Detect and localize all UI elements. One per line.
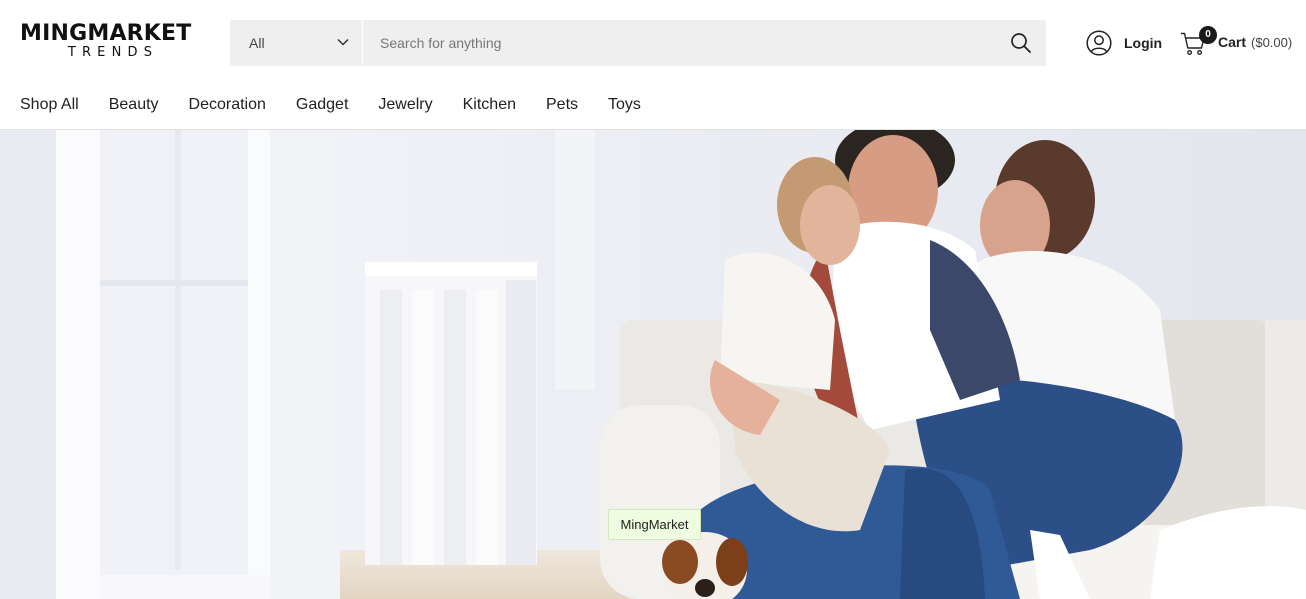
nav-item-shop-all[interactable]: Shop All bbox=[20, 96, 79, 114]
cart-button[interactable]: 0 Cart ($0.00) bbox=[1180, 26, 1292, 58]
search-icon[interactable] bbox=[1010, 32, 1032, 54]
user-icon bbox=[1086, 30, 1112, 56]
site-header: MINGMARKET TRENDS All Login bbox=[0, 0, 1306, 86]
nav-item-gadget[interactable]: Gadget bbox=[296, 96, 348, 114]
nav-item-kitchen[interactable]: Kitchen bbox=[463, 96, 516, 114]
nav-item-pets[interactable]: Pets bbox=[546, 96, 578, 114]
brand-name: MINGMARKET bbox=[20, 21, 192, 46]
login-button[interactable]: Login bbox=[1086, 30, 1162, 56]
nav-item-decoration[interactable]: Decoration bbox=[189, 96, 266, 114]
nav-item-beauty[interactable]: Beauty bbox=[109, 96, 159, 114]
nav-item-jewelry[interactable]: Jewelry bbox=[378, 96, 432, 114]
nav-item-toys[interactable]: Toys bbox=[608, 96, 641, 114]
cart-icon-wrap: 0 bbox=[1180, 26, 1217, 57]
search-bar: All bbox=[230, 20, 1046, 66]
cart-label: Cart bbox=[1218, 34, 1247, 50]
search-input[interactable] bbox=[364, 20, 984, 66]
hero-tooltip: MingMarket bbox=[608, 509, 701, 540]
login-label: Login bbox=[1124, 35, 1163, 51]
hero-banner[interactable]: MingMarket bbox=[0, 130, 1306, 599]
category-select-value: All bbox=[249, 35, 265, 51]
cart-count-badge: 0 bbox=[1199, 26, 1217, 44]
cart-total: ($0.00) bbox=[1251, 34, 1293, 50]
brand-logo[interactable]: MINGMARKET TRENDS bbox=[20, 22, 200, 62]
brand-tagline: TRENDS bbox=[67, 45, 159, 60]
main-nav: Shop All Beauty Decoration Gadget Jewelr… bbox=[20, 92, 671, 118]
chevron-down-icon bbox=[337, 38, 349, 46]
category-select[interactable]: All bbox=[230, 20, 363, 66]
